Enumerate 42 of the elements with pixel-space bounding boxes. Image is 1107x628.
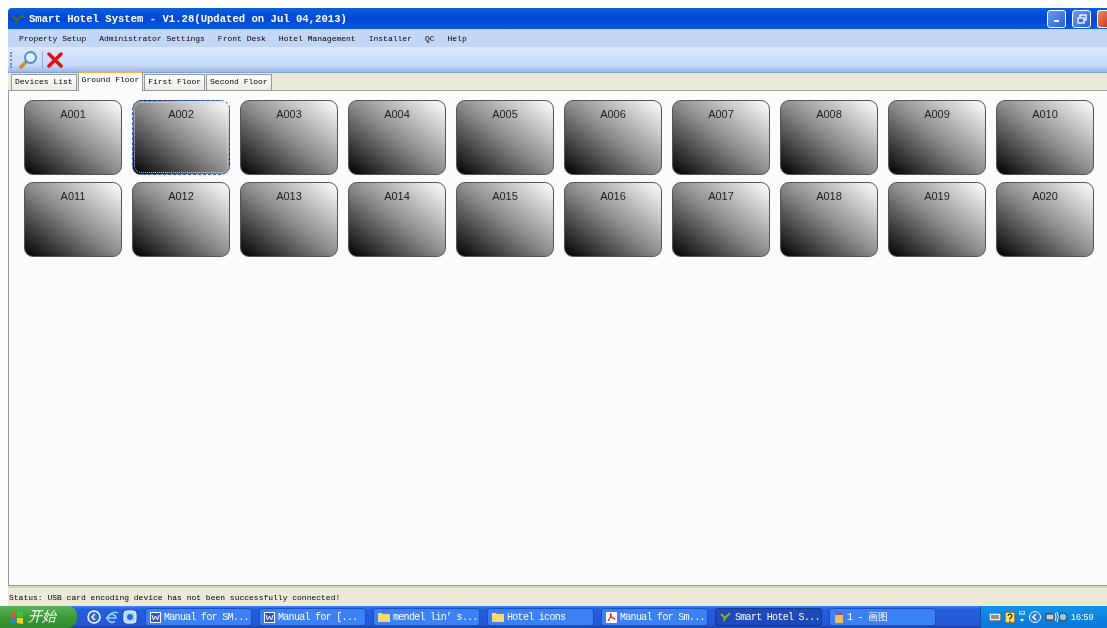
room-button[interactable]: A019 bbox=[888, 182, 986, 257]
menu-item[interactable]: Front Desk bbox=[217, 33, 266, 43]
room-button[interactable]: A003 bbox=[240, 100, 338, 175]
room-button[interactable]: A012 bbox=[132, 182, 230, 257]
tab[interactable]: Devices List bbox=[11, 74, 77, 90]
room-button[interactable]: A013 bbox=[240, 182, 338, 257]
room-button[interactable]: A001 bbox=[24, 100, 122, 175]
menu-item[interactable]: Administrator Settings bbox=[99, 33, 205, 43]
room-button[interactable]: A002 bbox=[132, 100, 230, 175]
room-button[interactable]: A008 bbox=[780, 100, 878, 175]
menu-item[interactable]: Hotel Management bbox=[278, 33, 356, 43]
taskbar-button[interactable]: 1 - 画图 bbox=[829, 608, 936, 626]
menu-item[interactable]: Installer bbox=[368, 33, 412, 43]
room-button[interactable]: A010 bbox=[996, 100, 1094, 175]
taskbar-button[interactable]: Manual for Sm... bbox=[601, 608, 708, 626]
clock: 16:59 bbox=[1071, 612, 1094, 622]
room-button[interactable]: A011 bbox=[24, 182, 122, 257]
room-button[interactable]: A015 bbox=[456, 182, 554, 257]
room-button[interactable]: A005 bbox=[456, 100, 554, 175]
room-button[interactable]: A020 bbox=[996, 182, 1094, 257]
tab[interactable]: First Floor bbox=[144, 74, 206, 90]
status-text: Status: USB card encoding device has not been successfully connected! bbox=[8, 592, 341, 602]
start-button[interactable]: 开始 bbox=[0, 606, 77, 628]
taskbar-button[interactable]: Manual for SM... bbox=[145, 608, 252, 626]
menu-item[interactable]: Property Setup bbox=[19, 33, 87, 43]
room-button[interactable]: A007 bbox=[672, 100, 770, 175]
menu-item[interactable]: Help bbox=[447, 33, 467, 43]
taskbar-button[interactable]: Hotel icons bbox=[487, 608, 594, 626]
taskbar-button[interactable]: Smart Hotel S... bbox=[715, 608, 822, 626]
taskbar-button[interactable]: mendel lin’ s... bbox=[373, 608, 480, 626]
room-button[interactable]: A009 bbox=[888, 100, 986, 175]
room-button[interactable]: A018 bbox=[780, 182, 878, 257]
room-button[interactable]: A004 bbox=[348, 100, 446, 175]
tab[interactable]: Second Floor bbox=[206, 74, 272, 90]
room-button[interactable]: A006 bbox=[564, 100, 662, 175]
menu-item[interactable]: QC bbox=[424, 33, 435, 43]
room-button[interactable]: A016 bbox=[564, 182, 662, 257]
room-button[interactable]: A014 bbox=[348, 182, 446, 257]
tab[interactable]: Ground Floor bbox=[77, 71, 144, 91]
window-title: Smart Hotel System - V1.28(Updated on Jul 04,2013) bbox=[29, 12, 348, 25]
room-button[interactable]: A017 bbox=[672, 182, 770, 257]
taskbar-button[interactable]: Manual for [... bbox=[259, 608, 366, 626]
